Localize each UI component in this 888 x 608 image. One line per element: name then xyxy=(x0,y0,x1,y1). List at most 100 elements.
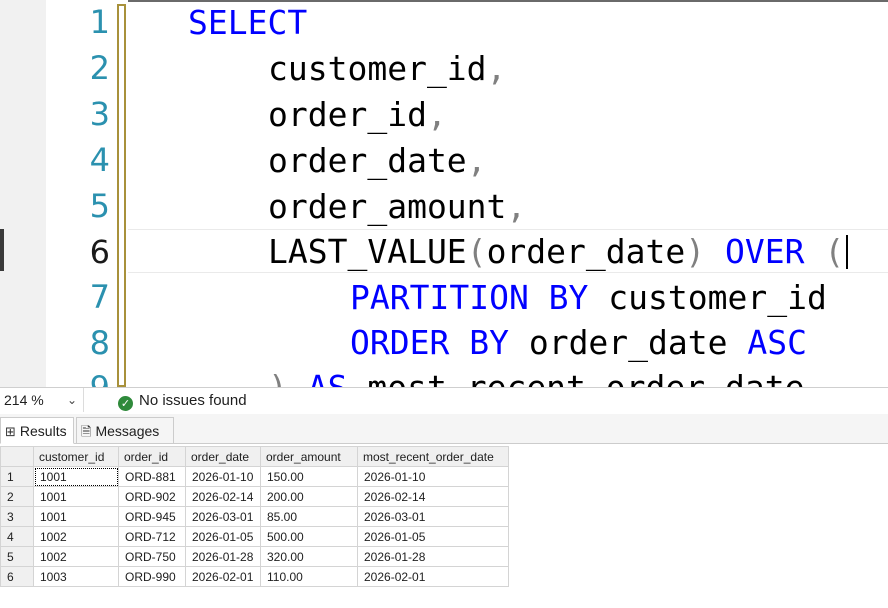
table-row: 5 1002 ORD-750 2026-01-28 320.00 2026-01… xyxy=(0,546,509,567)
table-cell[interactable]: 1003 xyxy=(33,566,119,587)
column-header[interactable]: customer_id xyxy=(33,446,119,467)
identifier: order_amount xyxy=(268,187,507,226)
table-cell[interactable]: 320.00 xyxy=(260,546,358,567)
zoom-level: 214 % xyxy=(4,392,44,408)
identifier: most_recent_order_date xyxy=(367,368,804,387)
code-line-6[interactable]: LAST_VALUE(order_date) OVER ( xyxy=(268,229,849,274)
code-line-2[interactable]: customer_id, xyxy=(268,46,506,91)
code-line-5[interactable]: order_amount, xyxy=(268,184,526,229)
keyword: AS xyxy=(308,368,348,387)
line-number: 1 xyxy=(89,3,110,41)
comma: , xyxy=(506,187,527,226)
table-cell[interactable]: 2026-03-01 xyxy=(357,506,509,527)
table-cell[interactable]: ORD-990 xyxy=(118,566,186,587)
line-number: 8 xyxy=(89,324,110,362)
editor-status-bar: 214 % ⌄ ✓ No issues found xyxy=(0,387,888,414)
identifier: customer_id xyxy=(608,278,827,317)
text-caret xyxy=(846,235,849,269)
table-cell[interactable]: 2026-01-28 xyxy=(357,546,509,567)
table-cell[interactable]: 1001 xyxy=(33,486,119,507)
open-paren: ( xyxy=(824,232,845,271)
column-header[interactable]: order_id xyxy=(118,446,186,467)
sql-editor[interactable]: 1 2 3 4 5 6 7 8 9 SELECT customer_id, or… xyxy=(0,0,888,387)
line-number: 3 xyxy=(89,95,110,133)
table-cell[interactable]: 2026-01-05 xyxy=(185,526,261,547)
editor-selection-margin[interactable] xyxy=(0,0,46,387)
keyword: ASC xyxy=(747,323,807,362)
results-grid[interactable]: customer_id order_id order_date order_am… xyxy=(0,444,888,608)
table-header-row: customer_id order_id order_date order_am… xyxy=(0,446,509,467)
grid-icon: ⊞ xyxy=(5,425,16,440)
row-number[interactable]: 6 xyxy=(0,566,34,587)
column-header[interactable]: order_date xyxy=(185,446,261,467)
table-cell[interactable]: 110.00 xyxy=(260,566,358,587)
table-cell[interactable]: 2026-03-01 xyxy=(185,506,261,527)
table-cell[interactable]: ORD-902 xyxy=(118,486,186,507)
table-cell[interactable]: 2026-02-14 xyxy=(357,486,509,507)
row-number[interactable]: 5 xyxy=(0,546,34,567)
issues-indicator[interactable]: ✓ No issues found xyxy=(118,388,247,414)
current-line-indicator xyxy=(0,229,4,271)
code-line-1[interactable]: SELECT xyxy=(188,0,307,45)
row-number[interactable]: 1 xyxy=(0,466,34,487)
code-line-8[interactable]: ORDER BY order_date ASC xyxy=(350,320,807,365)
code-line-9[interactable]: ) AS most_recent_order_date xyxy=(268,365,804,387)
results-tabstrip: ⊞ Results 🗎 Messages xyxy=(0,414,888,444)
table-cell[interactable]: 2026-02-01 xyxy=(357,566,509,587)
line-number: 2 xyxy=(89,49,110,87)
table-row: 2 1001 ORD-902 2026-02-14 200.00 2026-02… xyxy=(0,486,509,507)
tab-messages[interactable]: 🗎 Messages xyxy=(76,417,174,444)
comma: , xyxy=(426,95,447,134)
code-line-4[interactable]: order_date, xyxy=(268,138,487,183)
table-row: 6 1003 ORD-990 2026-02-01 110.00 2026-02… xyxy=(0,566,509,587)
table-cell[interactable]: 150.00 xyxy=(260,466,358,487)
line-number: 9 xyxy=(46,366,110,387)
identifier: order_id xyxy=(268,95,427,134)
table-cell[interactable]: 500.00 xyxy=(260,526,358,547)
column-header[interactable]: most_recent_order_date xyxy=(357,446,509,467)
chevron-down-icon: ⌄ xyxy=(66,393,77,407)
close-paren: ) xyxy=(685,232,706,271)
identifier: order_date xyxy=(268,141,467,180)
table-cell[interactable]: 1002 xyxy=(33,546,119,567)
column-header[interactable]: order_amount xyxy=(260,446,358,467)
table-cell[interactable]: 200.00 xyxy=(260,486,358,507)
table-cell[interactable]: 2026-01-10 xyxy=(185,466,261,487)
table-cell[interactable]: 1001 xyxy=(33,466,119,487)
keyword: ORDER BY xyxy=(350,323,509,362)
code-line-7[interactable]: PARTITION BY customer_id xyxy=(350,275,827,320)
check-circle-icon: ✓ xyxy=(118,396,133,411)
keyword: OVER xyxy=(725,232,805,271)
table-cell[interactable]: 2026-02-14 xyxy=(185,486,261,507)
identifier: customer_id xyxy=(268,49,487,88)
grid-corner-cell[interactable] xyxy=(0,446,34,467)
tab-messages-label: Messages xyxy=(95,423,160,439)
row-number[interactable]: 4 xyxy=(0,526,34,547)
table-cell[interactable]: ORD-750 xyxy=(118,546,186,567)
code-line-3[interactable]: order_id, xyxy=(268,92,447,137)
table-cell[interactable]: ORD-881 xyxy=(118,466,186,487)
table-cell[interactable]: 2026-01-05 xyxy=(357,526,509,547)
table-cell[interactable]: 85.00 xyxy=(260,506,358,527)
identifier: order_date xyxy=(528,323,728,362)
table-cell[interactable]: ORD-712 xyxy=(118,526,186,547)
function-name: LAST_VALUE xyxy=(268,232,467,271)
tab-results[interactable]: ⊞ Results xyxy=(0,417,74,444)
table-cell[interactable]: 1002 xyxy=(33,526,119,547)
issues-text: No issues found xyxy=(139,392,247,409)
table-cell[interactable]: 2026-02-01 xyxy=(185,566,261,587)
identifier: order_date xyxy=(486,232,686,271)
table-cell[interactable]: ORD-945 xyxy=(118,506,186,527)
zoom-dropdown[interactable]: 214 % ⌄ xyxy=(0,388,84,412)
results-table: customer_id order_id order_date order_am… xyxy=(0,446,509,587)
table-row: 3 1001 ORD-945 2026-03-01 85.00 2026-03-… xyxy=(0,506,509,527)
open-paren: ( xyxy=(466,232,487,271)
table-cell[interactable]: 1001 xyxy=(33,506,119,527)
row-number[interactable]: 3 xyxy=(0,506,34,527)
change-tracking-bar xyxy=(117,4,126,387)
comma: , xyxy=(466,141,487,180)
table-cell[interactable]: 2026-01-28 xyxy=(185,546,261,567)
row-number[interactable]: 2 xyxy=(0,486,34,507)
line-number-current: 6 xyxy=(89,233,110,271)
table-cell[interactable]: 2026-01-10 xyxy=(357,466,509,487)
